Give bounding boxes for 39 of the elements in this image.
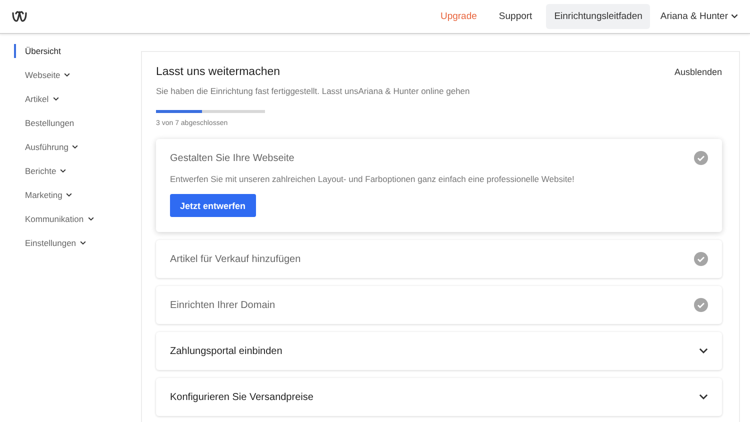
task-card[interactable]: Konfigurieren Sie Versandpreise bbox=[156, 378, 722, 416]
sidebar-item[interactable]: Bestellungen bbox=[14, 116, 141, 130]
chevron-down-icon bbox=[699, 394, 708, 400]
chevron-down-icon bbox=[72, 145, 78, 149]
hide-link[interactable]: Ausblenden bbox=[674, 67, 722, 77]
sidebar-item[interactable]: Kommunikation bbox=[14, 212, 141, 226]
task-title: Artikel für Verkauf hinzufügen bbox=[170, 254, 301, 264]
chevron-down-icon bbox=[52, 97, 59, 101]
nav-link[interactable]: Support bbox=[490, 4, 540, 29]
task-card[interactable]: Artikel für Verkauf hinzufügen bbox=[156, 240, 722, 278]
sidebar-item[interactable]: Ausführung bbox=[14, 140, 141, 154]
nav-link[interactable]: Einrichtungsleitfaden bbox=[546, 4, 650, 29]
account-menu[interactable]: Ariana & Hunter bbox=[656, 4, 738, 29]
nav-link[interactable]: Upgrade bbox=[432, 4, 485, 29]
logo-icon[interactable] bbox=[12, 11, 27, 22]
setup-subtitle: Sie haben die Einrichtung fast fertiggestellt. Lasst unsAriana & Hunter online gehen bbox=[156, 86, 471, 96]
task-card[interactable]: Zahlungsportal einbinden bbox=[156, 332, 722, 370]
sidebar-item[interactable]: Einstellungen bbox=[14, 236, 141, 250]
chevron-down-icon bbox=[88, 217, 94, 221]
sidebar-item[interactable]: Berichte bbox=[14, 164, 141, 178]
design-now-button[interactable]: Jetzt entwerfen bbox=[170, 194, 256, 217]
sidebar-item[interactable]: Übersicht bbox=[14, 44, 141, 58]
task-card[interactable]: Einrichten Ihrer Domain bbox=[156, 286, 722, 324]
task-title: Einrichten Ihrer Domain bbox=[170, 300, 276, 310]
chevron-down-icon bbox=[80, 241, 86, 245]
task-card[interactable]: Gestalten Sie Ihre Webseite Entwerfen Sie mit unseren zahlreichen Layout- und Farboptionen ganz einfach eine professionelle Website! Jetzt entwerfen bbox=[156, 139, 722, 232]
task-description: Entwerfen Sie mit unseren zahlreichen Layout- und Farboptionen ganz einfach eine professionelle Website! bbox=[170, 174, 576, 184]
task-title: Zahlungsportal einbinden bbox=[170, 346, 282, 356]
task-title: Gestalten Sie Ihre Webseite bbox=[170, 152, 294, 164]
setup-title: Lasst uns weitermachen bbox=[156, 66, 280, 78]
sidebar-item[interactable]: Marketing bbox=[14, 188, 141, 202]
chevron-down-icon bbox=[699, 348, 708, 354]
chevron-down-icon bbox=[731, 14, 738, 19]
chevron-down-icon bbox=[60, 169, 66, 173]
chevron-down-icon bbox=[66, 193, 72, 197]
sidebar-item[interactable]: Artikel bbox=[14, 92, 141, 106]
sidebar-item[interactable]: Webseite bbox=[14, 68, 141, 82]
chevron-down-icon bbox=[64, 73, 70, 77]
task-title: Konfigurieren Sie Versandpreise bbox=[170, 392, 314, 402]
